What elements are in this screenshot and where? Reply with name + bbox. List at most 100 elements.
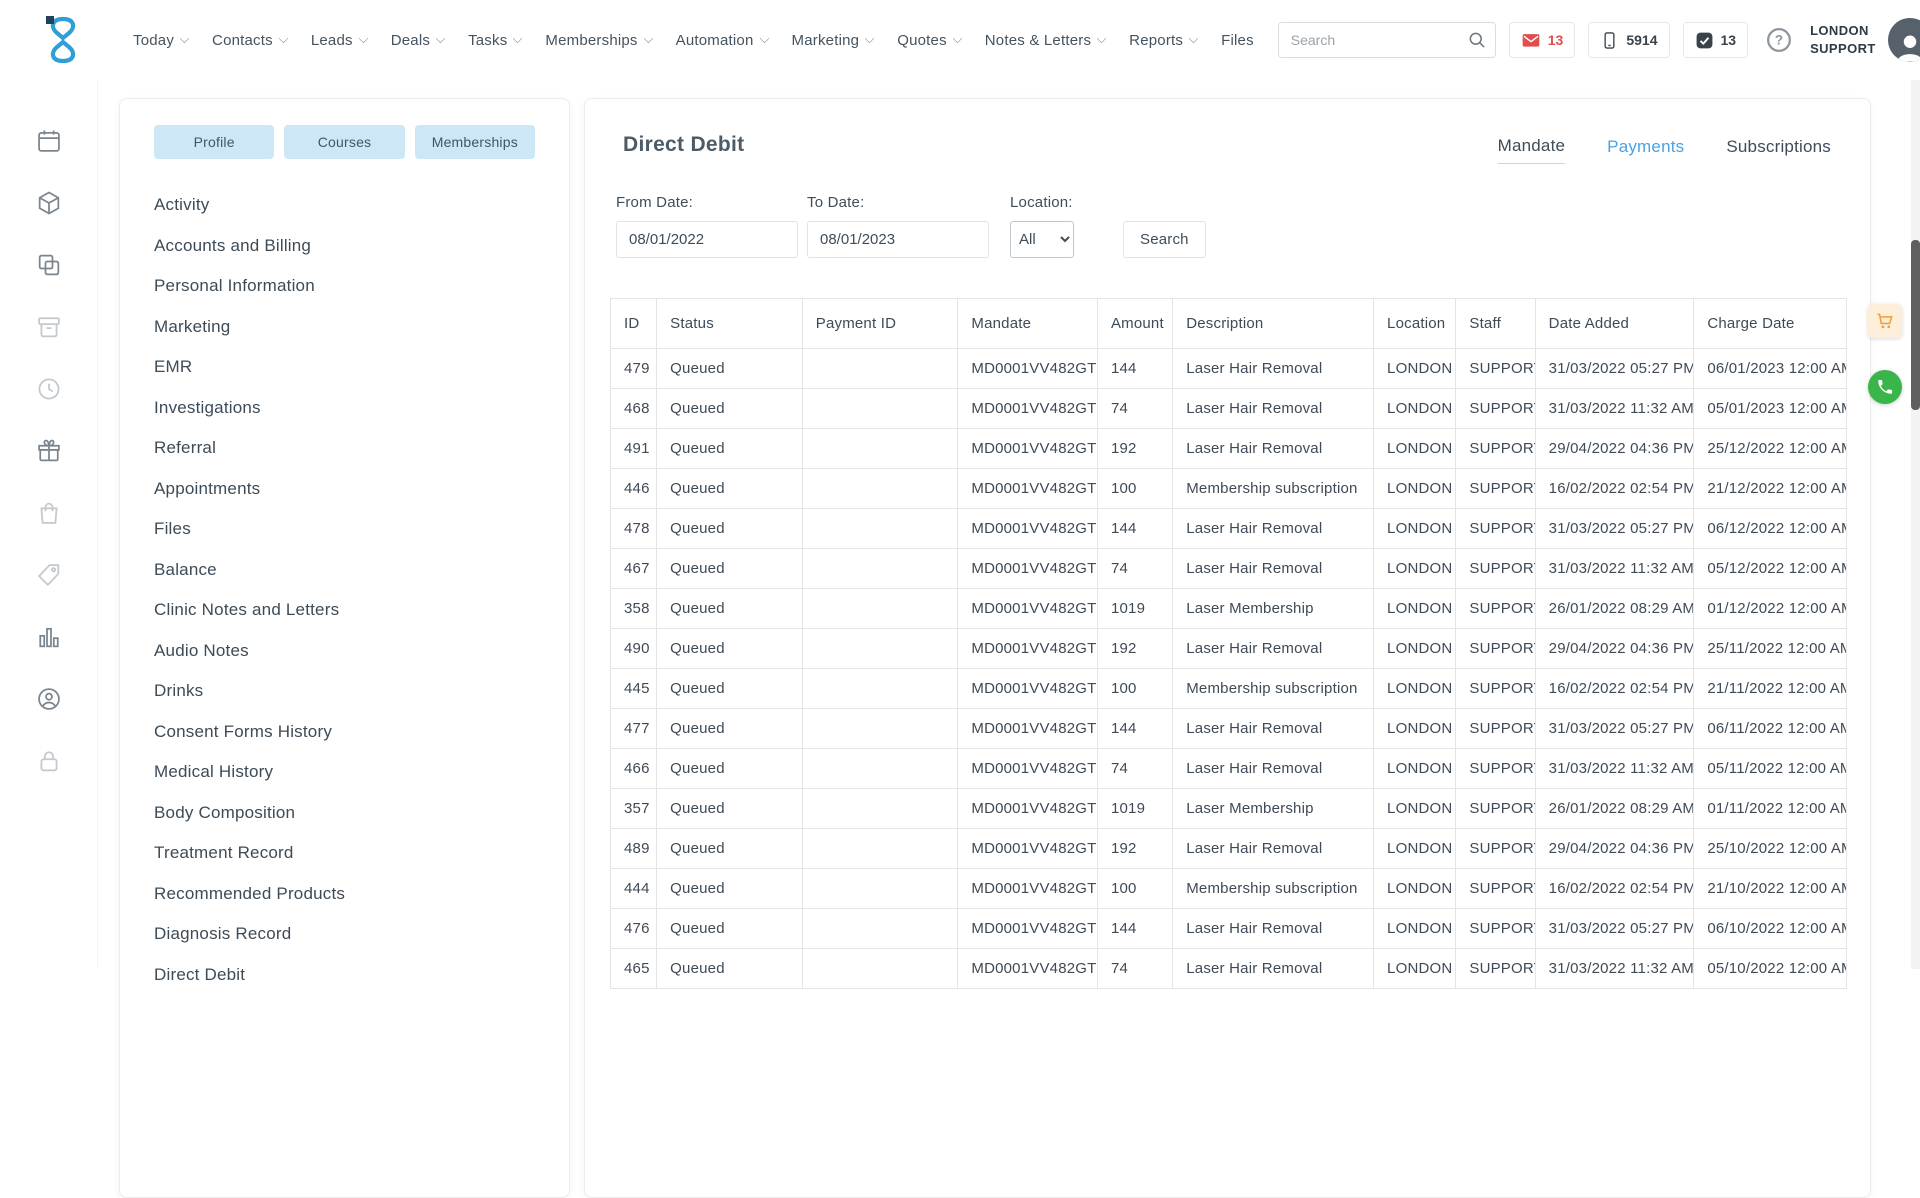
phone-icon: [1876, 378, 1894, 396]
cart-button[interactable]: [1868, 304, 1902, 338]
search-button[interactable]: Search: [1123, 221, 1206, 258]
profile-menu-item[interactable]: Recommended Products: [154, 874, 535, 915]
profile-menu-item[interactable]: Treatment Record: [154, 833, 535, 874]
table-row[interactable]: 446 Queued MD0001VV482GTE 100 Membership…: [611, 469, 1847, 509]
profile-menu-item[interactable]: Marketing: [154, 307, 535, 348]
gift-icon[interactable]: [35, 437, 63, 465]
cell-id: 468: [611, 389, 657, 429]
nav-menu-item[interactable]: Files: [1221, 32, 1254, 49]
table-row[interactable]: 466 Queued MD0001VV482GTE 74 Laser Hair …: [611, 749, 1847, 789]
table-row[interactable]: 445 Queued MD0001VV482GTE 100 Membership…: [611, 669, 1847, 709]
cell-payment-id: [802, 629, 958, 669]
profile-menu-item[interactable]: Diagnosis Record: [154, 914, 535, 955]
profile-menu-item[interactable]: EMR: [154, 347, 535, 388]
table-row[interactable]: 468 Queued MD0001VV482GTE 74 Laser Hair …: [611, 389, 1847, 429]
nav-menu-item[interactable]: Contacts: [212, 32, 287, 49]
cell-mandate: MD0001VV482GTE: [958, 469, 1098, 509]
profile-menu-item[interactable]: Body Composition: [154, 793, 535, 834]
table-row[interactable]: 478 Queued MD0001VV482GTE 144 Laser Hair…: [611, 509, 1847, 549]
cell-id: 357: [611, 789, 657, 829]
nav-menu-item[interactable]: Automation: [676, 32, 768, 49]
to-date-input[interactable]: [807, 221, 989, 258]
table-row[interactable]: 489 Queued MD0001VV482GTE 192 Laser Hair…: [611, 829, 1847, 869]
profile-menu-item[interactable]: Investigations: [154, 388, 535, 429]
chart-icon[interactable]: [35, 623, 63, 651]
envelope-icon: [1521, 30, 1541, 50]
cell-amount: 192: [1097, 429, 1172, 469]
nav-menu-item[interactable]: Memberships: [545, 32, 651, 49]
profile-menu-item[interactable]: Appointments: [154, 469, 535, 510]
profile-menu-item[interactable]: Balance: [154, 550, 535, 591]
profile-menu-item[interactable]: Referral: [154, 428, 535, 469]
profile-tab[interactable]: Memberships: [415, 125, 535, 159]
table-row[interactable]: 358 Queued MD0001VV482GTE 1019 Laser Mem…: [611, 589, 1847, 629]
profile-tab[interactable]: Courses: [284, 125, 404, 159]
nav-menu-item[interactable]: Quotes: [897, 32, 961, 49]
archive-icon[interactable]: [35, 313, 63, 341]
cell-staff: SUPPORT: [1456, 669, 1535, 709]
profile-tab[interactable]: Profile: [154, 125, 274, 159]
profile-menu-item[interactable]: Drinks: [154, 671, 535, 712]
cell-id: 489: [611, 829, 657, 869]
search-input[interactable]: [1291, 32, 1467, 48]
direct-debit-tab[interactable]: Subscriptions: [1726, 136, 1831, 164]
cell-charge-date: 05/12/2022 12:00 AM: [1694, 549, 1847, 589]
location-select[interactable]: All: [1010, 221, 1074, 258]
cell-staff: SUPPORT: [1456, 909, 1535, 949]
user-menu[interactable]: LONDON SUPPORT: [1810, 18, 1920, 62]
phone-calls-button[interactable]: 5914: [1588, 22, 1669, 58]
table-row[interactable]: 490 Queued MD0001VV482GTE 192 Laser Hair…: [611, 629, 1847, 669]
bag-icon[interactable]: [35, 499, 63, 527]
profile-menu-item[interactable]: Audio Notes: [154, 631, 535, 672]
table-row[interactable]: 491 Queued MD0001VV482GTE 192 Laser Hair…: [611, 429, 1847, 469]
cell-description: Laser Hair Removal: [1173, 709, 1374, 749]
search-icon[interactable]: [1467, 30, 1487, 50]
cell-description: Membership subscription: [1173, 869, 1374, 909]
nav-menu-item[interactable]: Tasks: [468, 32, 521, 49]
inbox-button[interactable]: 13: [1509, 22, 1576, 58]
profile-menu-item[interactable]: Personal Information: [154, 266, 535, 307]
package-icon[interactable]: [35, 189, 63, 217]
table-row[interactable]: 444 Queued MD0001VV482GTE 100 Membership…: [611, 869, 1847, 909]
profile-menu-item[interactable]: Files: [154, 509, 535, 550]
from-date-input[interactable]: [616, 221, 798, 258]
table-row[interactable]: 476 Queued MD0001VV482GTE 144 Laser Hair…: [611, 909, 1847, 949]
nav-menu-item[interactable]: Marketing: [792, 32, 874, 49]
calendar-icon[interactable]: [35, 127, 63, 155]
cell-payment-id: [802, 429, 958, 469]
table-row[interactable]: 477 Queued MD0001VV482GTE 144 Laser Hair…: [611, 709, 1847, 749]
profile-menu-item[interactable]: Direct Debit: [154, 955, 535, 996]
tag-icon[interactable]: [35, 561, 63, 589]
profile-menu-item[interactable]: Clinic Notes and Letters: [154, 590, 535, 631]
history-icon[interactable]: [35, 375, 63, 403]
nav-menu-item[interactable]: Notes & Letters: [985, 32, 1105, 49]
cell-date-added: 31/03/2022 11:32 AM: [1535, 389, 1694, 429]
main-nav: Today Contacts Leads Deals Tasks: [133, 32, 1278, 49]
table-row[interactable]: 467 Queued MD0001VV482GTE 74 Laser Hair …: [611, 549, 1847, 589]
cell-location: LONDON: [1374, 749, 1456, 789]
lock-icon[interactable]: [35, 747, 63, 775]
direct-debit-tab[interactable]: Mandate: [1498, 136, 1566, 164]
app-logo[interactable]: [37, 12, 89, 68]
profile-menu-item[interactable]: Accounts and Billing: [154, 226, 535, 267]
support-icon[interactable]: [35, 685, 63, 713]
tasks-done-button[interactable]: 13: [1683, 22, 1749, 58]
nav-menu-item[interactable]: Deals: [391, 32, 444, 49]
nav-menu-item[interactable]: Reports: [1129, 32, 1197, 49]
column-header: Charge Date: [1694, 299, 1847, 349]
help-button[interactable]: ?: [1764, 25, 1794, 55]
avatar[interactable]: [1888, 18, 1920, 62]
profile-menu-item[interactable]: Consent Forms History: [154, 712, 535, 753]
nav-menu-item[interactable]: Leads: [311, 32, 367, 49]
direct-debit-tab[interactable]: Payments: [1607, 136, 1684, 164]
cell-date-added: 29/04/2022 04:36 PM: [1535, 429, 1694, 469]
copy-icon[interactable]: [35, 251, 63, 279]
cell-payment-id: [802, 709, 958, 749]
table-row[interactable]: 357 Queued MD0001VV482GTE 1019 Laser Mem…: [611, 789, 1847, 829]
profile-menu-item[interactable]: Activity: [154, 185, 535, 226]
profile-menu-item[interactable]: Medical History: [154, 752, 535, 793]
nav-menu-item[interactable]: Today: [133, 32, 188, 49]
page-scrollbar-thumb[interactable]: [1911, 240, 1920, 410]
table-row[interactable]: 479 Queued MD0001VV482GTE 144 Laser Hair…: [611, 349, 1847, 389]
call-button[interactable]: [1868, 370, 1902, 404]
